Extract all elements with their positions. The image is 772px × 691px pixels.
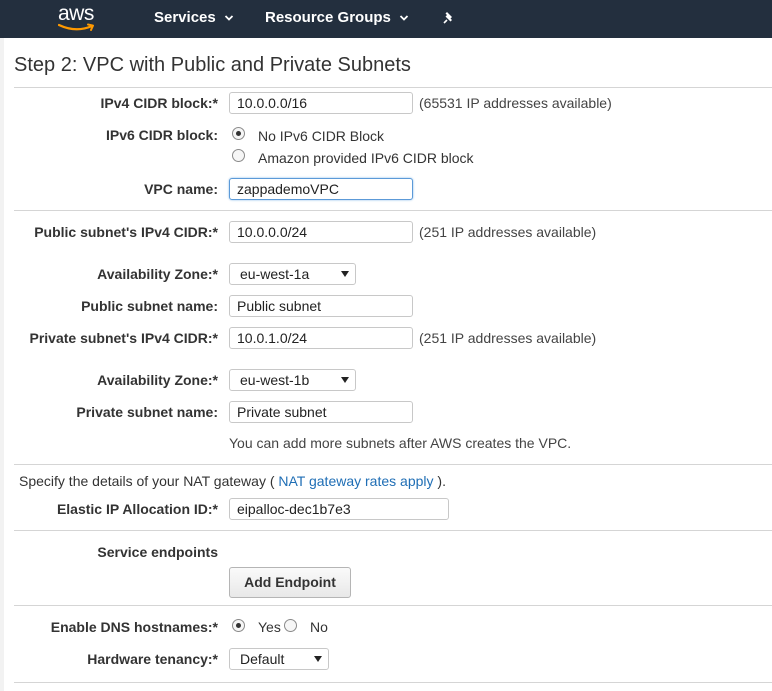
divider [14,530,772,531]
nat-intro-prefix: Specify the details of your NAT gateway … [19,473,275,489]
private-subnet-name-input[interactable]: Private subnet [229,401,413,423]
private-subnet-cidr-input[interactable]: 10.0.1.0/24 [229,327,413,349]
vpc-name-label: VPC name: [144,181,218,197]
top-nav-bar: aws Services Resource Groups [0,0,772,38]
ipv6-amazon-label: Amazon provided IPv6 CIDR block [258,150,474,166]
eip-allocation-input[interactable]: eipalloc-dec1b7e3 [229,498,449,520]
divider [14,464,772,465]
dropdown-arrow-icon [341,377,349,383]
ipv6-no-label: No IPv6 CIDR Block [258,128,385,144]
public-subnet-cidr-input[interactable]: 10.0.0.0/24 [229,221,413,243]
services-menu[interactable]: Services [154,9,234,27]
ipv4-cidr-input[interactable]: 10.0.0.0/16 [229,92,413,114]
chevron-down-icon [399,15,409,21]
vpc-name-input[interactable]: zappademoVPC [229,178,413,200]
divider [14,605,772,606]
divider [14,682,772,683]
private-subnet-cidr-label: Private subnet's IPv4 CIDR:* [29,330,218,346]
public-subnet-cidr-note: (251 IP addresses available) [419,224,597,240]
ipv4-cidr-note: (65531 IP addresses available) [419,95,612,111]
pin-icon[interactable] [441,10,457,26]
public-az-value: eu-west-1a [240,266,310,282]
nat-rates-link[interactable]: NAT gateway rates apply [278,473,433,489]
hardware-tenancy-select[interactable]: Default [229,648,329,670]
public-subnet-name-input[interactable]: Public subnet [229,295,413,317]
subnets-info-note: You can add more subnets after AWS creat… [229,435,572,451]
ipv6-cidr-label: IPv6 CIDR block: [105,127,218,143]
aws-logo[interactable]: aws [58,3,102,35]
eip-allocation-label: Elastic IP Allocation ID:* [56,501,218,517]
public-az-select[interactable]: eu-west-1a [229,263,356,285]
dns-yes-radio[interactable] [232,619,245,632]
service-endpoints-label: Service endpoints [97,544,218,560]
dropdown-arrow-icon [341,271,349,277]
resource-groups-menu-label: Resource Groups [265,9,391,26]
ipv4-cidr-label: IPv4 CIDR block:* [100,95,218,111]
private-subnet-name-label: Private subnet name: [76,404,218,420]
private-az-label: Availability Zone:* [97,372,218,388]
public-subnet-cidr-label: Public subnet's IPv4 CIDR:* [34,224,218,240]
aws-smile-icon [58,23,94,31]
services-menu-label: Services [154,9,216,26]
page-title: Step 2: VPC with Public and Private Subn… [14,54,411,76]
divider [14,87,772,88]
dns-no-radio[interactable] [284,619,297,632]
public-subnet-name-label: Public subnet name: [81,298,218,314]
dns-no-label: No [310,619,328,635]
dropdown-arrow-icon [314,656,322,662]
nat-intro-text: Specify the details of your NAT gateway … [19,472,446,490]
chevron-down-icon [224,15,233,21]
add-endpoint-button[interactable]: Add Endpoint [229,567,351,598]
dns-yes-label: Yes [258,619,281,635]
ipv6-amazon-radio[interactable] [232,149,245,162]
left-edge-strip [0,38,4,691]
resource-groups-menu[interactable]: Resource Groups [265,9,409,27]
private-az-value: eu-west-1b [240,372,310,388]
nat-intro-suffix: ). [437,473,446,489]
dns-hostnames-label: Enable DNS hostnames:* [50,619,218,635]
public-az-label: Availability Zone:* [97,266,218,282]
private-subnet-cidr-note: (251 IP addresses available) [419,330,597,346]
aws-logo-text: aws [58,2,94,25]
hardware-tenancy-label: Hardware tenancy:* [87,651,218,667]
private-az-select[interactable]: eu-west-1b [229,369,356,391]
hardware-tenancy-value: Default [240,651,285,667]
divider [14,210,772,211]
ipv6-no-radio[interactable] [232,127,245,140]
